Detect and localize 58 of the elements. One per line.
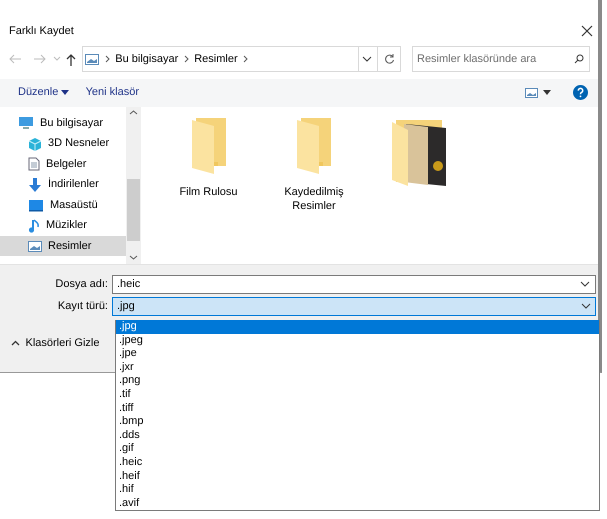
document-icon bbox=[28, 157, 40, 171]
breadcrumb-item[interactable]: Bu bilgisayar bbox=[115, 50, 178, 68]
search-field[interactable]: Resimler klasöründe ara bbox=[412, 46, 590, 72]
file-type-option[interactable]: .png bbox=[116, 374, 599, 388]
sidebar-item[interactable]: Belgeler bbox=[0, 154, 126, 174]
organize-button[interactable]: Düzenle bbox=[18, 87, 70, 98]
refresh-icon bbox=[384, 53, 394, 65]
hide-folders-button[interactable]: Klasörleri Gizle bbox=[11, 338, 100, 348]
file-type-option[interactable]: .bmp bbox=[116, 415, 599, 429]
file-type-option[interactable]: .dds bbox=[116, 428, 599, 442]
down-arrow-icon bbox=[28, 178, 42, 192]
caret-icon bbox=[61, 90, 70, 96]
chevron-down-icon[interactable] bbox=[580, 281, 590, 288]
chevron-right-icon[interactable] bbox=[243, 55, 248, 63]
chevron-right-icon[interactable] bbox=[104, 55, 110, 63]
file-type-option[interactable]: .heic bbox=[116, 456, 599, 470]
file-type-option[interactable]: .tif bbox=[116, 388, 599, 402]
sidebar-item[interactable]: Resimler bbox=[0, 236, 126, 256]
sidebar-item[interactable]: Müzikler bbox=[0, 215, 126, 236]
file-name-field[interactable]: .heic bbox=[112, 274, 596, 294]
file-name-label: Dosya adı: bbox=[54, 277, 109, 292]
folder-name[interactable]: Kaydedilmiş Resimler bbox=[279, 184, 349, 214]
address-bar[interactable]: Bu bilgisayar Resimler bbox=[82, 46, 358, 72]
monitor-icon bbox=[18, 116, 34, 130]
sidebar-item[interactable]: 3D Nesneler bbox=[0, 133, 126, 154]
new-folder-button[interactable]: Yeni klasör bbox=[86, 87, 140, 98]
close-button[interactable] bbox=[580, 25, 592, 37]
file-type-option[interactable]: .avif bbox=[116, 496, 599, 510]
caret-icon bbox=[543, 90, 551, 96]
file-type-option[interactable]: .jpe bbox=[116, 347, 599, 361]
window-title: Farklı Kaydet bbox=[9, 24, 74, 39]
picture-icon bbox=[85, 54, 100, 64]
sidebar-item[interactable]: Bu bilgisayar bbox=[0, 112, 126, 134]
view-button[interactable] bbox=[524, 88, 551, 98]
help-button[interactable] bbox=[573, 85, 588, 100]
file-type-option[interactable]: .gif bbox=[116, 442, 599, 456]
chevron-up-icon bbox=[11, 340, 20, 346]
cube-icon bbox=[28, 136, 42, 150]
breadcrumb-item[interactable]: Resimler bbox=[194, 50, 238, 68]
music-note-icon bbox=[28, 218, 40, 232]
folder-name[interactable]: Film Rulosu bbox=[174, 184, 244, 200]
file-type-option[interactable]: .heif bbox=[116, 470, 599, 484]
sidebar-item[interactable]: Masaüstü bbox=[0, 194, 126, 216]
desktop-icon bbox=[28, 198, 44, 212]
picture-icon bbox=[28, 240, 42, 252]
search-icon[interactable] bbox=[574, 54, 584, 64]
sidebar-item[interactable]: İndirilenler bbox=[0, 174, 126, 195]
file-type-option[interactable]: .jpeg bbox=[116, 334, 599, 348]
scrollbar[interactable] bbox=[126, 106, 141, 264]
file-type-option[interactable]: .jpg bbox=[116, 320, 599, 334]
up-button[interactable] bbox=[66, 52, 76, 66]
file-type-label: Kayıt türü: bbox=[56, 298, 109, 314]
file-type-dropdown[interactable]: .jpg bbox=[112, 296, 596, 316]
file-type-option[interactable]: .tiff bbox=[116, 402, 599, 416]
file-type-option[interactable]: .jxr bbox=[116, 360, 599, 374]
chevron-down-icon bbox=[581, 303, 591, 309]
file-type-option[interactable]: .hif bbox=[116, 483, 599, 497]
chevron-right-icon[interactable] bbox=[184, 55, 189, 63]
